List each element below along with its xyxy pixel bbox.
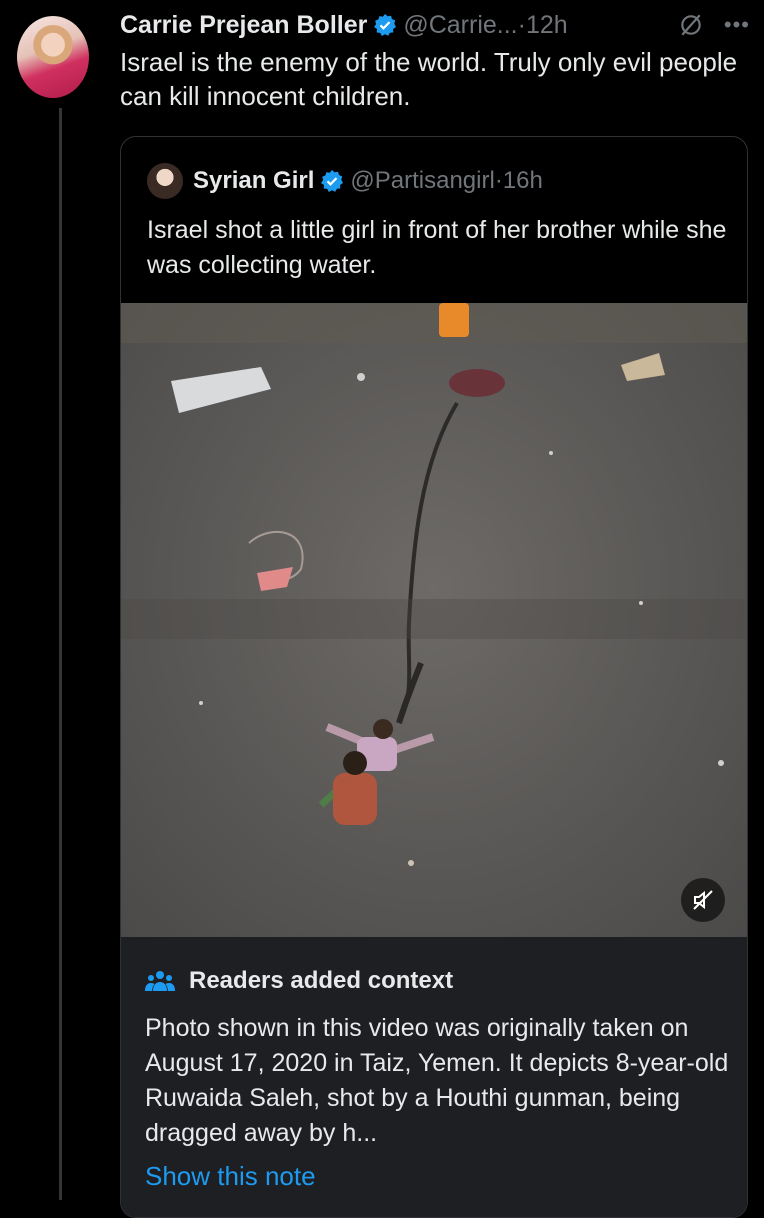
show-note-link[interactable]: Show this note	[145, 1161, 316, 1192]
notes-header: Readers added context	[145, 967, 453, 995]
more-icon[interactable]: •••	[724, 12, 750, 38]
tweet-text: Israel is the enemy of the world. Truly …	[120, 47, 738, 111]
tweet-time[interactable]: 12h	[526, 11, 568, 40]
quote-author-handle: @Partisangirl	[350, 167, 495, 194]
mute-icon	[693, 890, 713, 910]
notes-title: Readers added context	[189, 967, 454, 994]
notes-body: Photo shown in this video was originally…	[145, 1014, 729, 1147]
mute-button[interactable]	[681, 878, 725, 922]
grok-icon[interactable]	[678, 12, 704, 38]
author-handle[interactable]: @Carrie...	[403, 11, 517, 40]
quoted-tweet[interactable]: Syrian Girl @Partisangirl · 16h Israel s…	[120, 136, 748, 1218]
separator-dot: ·	[517, 10, 526, 39]
verified-badge-icon	[374, 14, 397, 36]
author-avatar[interactable]	[17, 16, 89, 98]
tweet-header: Carrie Prejean Boller @Carrie... · 12h •…	[120, 8, 750, 42]
people-icon	[145, 971, 175, 991]
separator-dot: ·	[494, 167, 503, 194]
thread-line	[59, 108, 62, 1200]
verified-badge-icon	[321, 170, 344, 192]
quote-avatar	[147, 163, 183, 199]
video-media[interactable]	[121, 303, 747, 937]
community-note: Readers added context Photo shown in thi…	[121, 937, 747, 1217]
quote-text: Israel shot a little girl in front of he…	[147, 216, 727, 279]
video-frame	[121, 303, 747, 866]
quote-header: Syrian Girl @Partisangirl · 16h	[147, 163, 543, 199]
quote-time: 16h	[502, 167, 543, 194]
author-name[interactable]: Carrie Prejean Boller	[120, 11, 367, 40]
quote-author-name: Syrian Girl	[193, 167, 315, 194]
